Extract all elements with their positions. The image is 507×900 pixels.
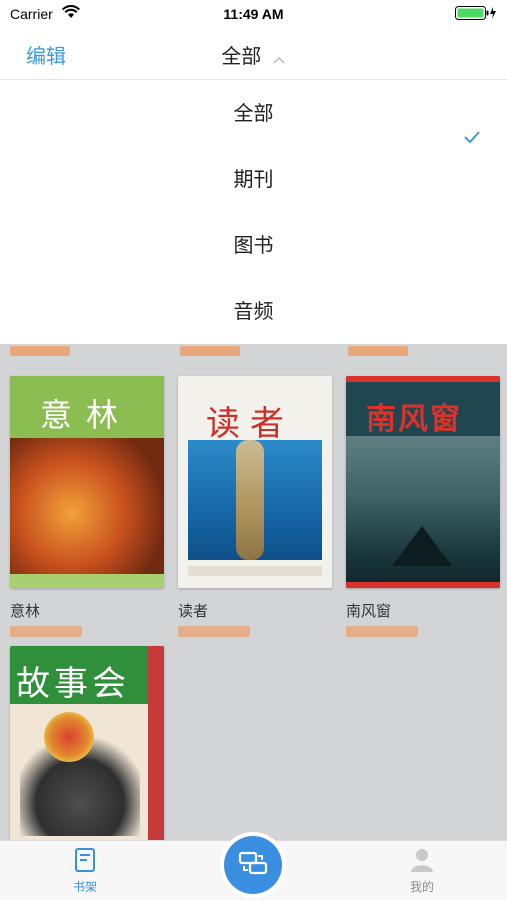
book-subtitle	[10, 626, 82, 637]
page-title: 全部	[221, 44, 262, 68]
filter-option-periodical[interactable]: 期刊	[0, 146, 507, 212]
book-subtitle	[178, 626, 250, 637]
book-cover: 读者	[178, 376, 332, 588]
filter-option-audio[interactable]: 音频	[0, 278, 507, 344]
filter-option-label: 全部	[233, 101, 274, 125]
navigation-bar: 编辑 全部	[0, 28, 507, 80]
filter-option-label: 图书	[233, 233, 274, 257]
book-cover: 南风窗	[346, 376, 500, 588]
tab-mine-label: 我的	[409, 880, 434, 894]
book-title: 南风窗	[346, 602, 392, 620]
swap-icon	[238, 850, 268, 880]
center-action-button[interactable]	[220, 832, 286, 898]
filter-option-label: 音频	[233, 299, 274, 323]
status-bar: Carrier 11:49 AM	[0, 0, 507, 28]
book-item[interactable]: 意林 意林	[10, 376, 164, 637]
filter-option-book[interactable]: 图书	[0, 212, 507, 278]
previous-row-subtitles	[0, 346, 507, 360]
chevron-up-icon	[272, 46, 286, 70]
bookshelf-icon	[73, 848, 97, 876]
book-title: 读者	[178, 602, 209, 620]
book-title: 意林	[10, 602, 41, 620]
filter-dropdown-menu: 全部 期刊 图书 音频	[0, 80, 507, 344]
filter-option-all[interactable]: 全部	[0, 80, 507, 146]
bookshelf-grid: 意林 意林 读者 读者 南风窗 南风窗 故事会	[0, 320, 507, 858]
battery-icon	[455, 6, 497, 23]
tab-bookshelf-label: 书架	[72, 880, 97, 894]
book-item[interactable]: 读者 读者	[178, 376, 332, 637]
clock: 11:49 AM	[223, 6, 284, 22]
filter-option-label: 期刊	[233, 167, 274, 191]
book-subtitle	[346, 626, 418, 637]
book-item[interactable]: 故事会	[10, 646, 164, 858]
user-icon	[409, 849, 435, 876]
book-cover: 意林	[10, 376, 164, 588]
filter-title-toggle[interactable]: 全部	[0, 40, 507, 70]
tab-bookshelf[interactable]: 书架	[45, 847, 125, 895]
book-cover: 故事会	[10, 646, 164, 858]
tab-mine[interactable]: 我的	[382, 847, 462, 895]
book-item[interactable]: 南风窗 南风窗	[346, 376, 500, 637]
